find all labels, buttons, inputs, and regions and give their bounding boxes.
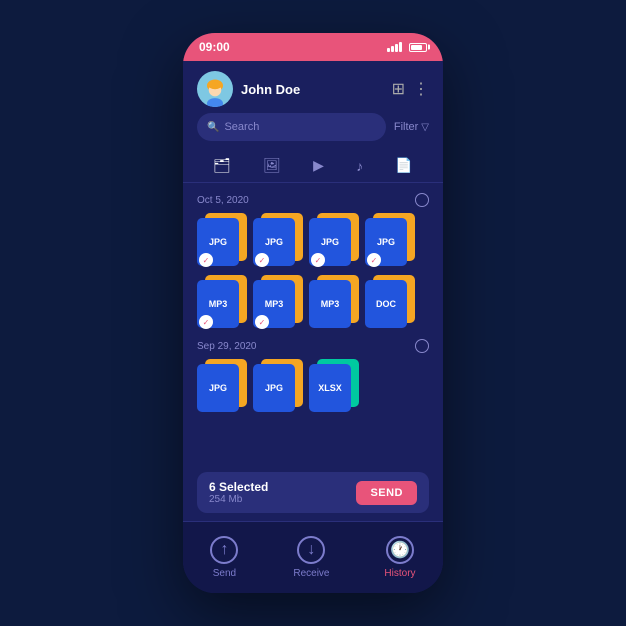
file-item[interactable]: JPG ✓ — [253, 213, 303, 269]
send-nav-label: Send — [213, 568, 236, 579]
file-type-label: MP3 — [209, 299, 228, 309]
check-badge: ✓ — [199, 253, 213, 267]
check-badge: ✓ — [255, 315, 269, 329]
nav-history[interactable]: 🕐 History — [384, 536, 415, 579]
battery-icon — [409, 43, 427, 52]
tab-music[interactable]: ♪ — [352, 154, 367, 178]
nav-send[interactable]: ↑ Send — [210, 536, 238, 579]
file-type-label: MP3 — [321, 299, 340, 309]
file-type-label: XLSX — [318, 383, 342, 393]
filter-button[interactable]: Filter ▽ — [394, 121, 429, 133]
history-nav-label: History — [384, 568, 415, 579]
check-badge: ✓ — [311, 253, 325, 267]
file-type-label: JPG — [321, 237, 339, 247]
date-label-1: Oct 5, 2020 — [197, 195, 249, 206]
file-type-label: DOC — [376, 299, 396, 309]
file-type-label: JPG — [377, 237, 395, 247]
receive-nav-icon: ↓ — [297, 536, 325, 564]
check-badge: ✓ — [199, 315, 213, 329]
file-item[interactable]: MP3 ✓ — [197, 275, 247, 331]
tab-doc[interactable]: 📄 — [391, 153, 416, 178]
date-label-2: Sep 29, 2020 — [197, 341, 257, 352]
file-item[interactable]: MP3 ✓ — [253, 275, 303, 331]
status-time: 09:00 — [199, 40, 230, 54]
file-type-label: JPG — [265, 237, 283, 247]
files-grid-1: JPG ✓ JPG ✓ JPG — [197, 213, 429, 331]
files-area: Oct 5, 2020 JPG ✓ JPG — [183, 187, 443, 472]
main-content: John Doe ⊞ ⋮ 🔍 Search Filter ▽ 🗂 🖼 ▶ ♪ 📄 — [183, 61, 443, 521]
file-type-label: JPG — [209, 383, 227, 393]
file-type-label: JPG — [265, 383, 283, 393]
file-item[interactable]: XLSX — [309, 359, 359, 415]
check-badge: ✓ — [255, 253, 269, 267]
file-item[interactable]: DOC — [365, 275, 415, 331]
filter-label: Filter — [394, 121, 418, 133]
selection-info: 6 Selected 254 Mb — [209, 480, 268, 505]
send-nav-icon: ↑ — [210, 536, 238, 564]
file-type-label: JPG — [209, 237, 227, 247]
selection-bar: 6 Selected 254 Mb SEND — [197, 472, 429, 513]
nav-receive[interactable]: ↓ Receive — [293, 536, 329, 579]
file-item[interactable]: JPG — [197, 359, 247, 415]
files-grid-2: JPG JPG XLSX — [197, 359, 429, 415]
status-icons — [387, 42, 427, 52]
date-select-circle-2[interactable] — [415, 339, 429, 353]
tab-image[interactable]: 🖼 — [259, 153, 285, 178]
tab-video[interactable]: ▶ — [309, 153, 328, 178]
avatar — [197, 71, 233, 107]
selection-size: 254 Mb — [209, 494, 268, 505]
header: John Doe ⊞ ⋮ — [183, 61, 443, 113]
file-item[interactable]: JPG — [253, 359, 303, 415]
history-nav-icon: 🕐 — [386, 536, 414, 564]
tabs-row: 🗂 🖼 ▶ ♪ 📄 — [183, 149, 443, 183]
status-bar: 09:00 — [183, 33, 443, 61]
search-icon: 🔍 — [207, 122, 219, 133]
file-item[interactable]: JPG ✓ — [365, 213, 415, 269]
check-badge: ✓ — [367, 253, 381, 267]
file-type-label: MP3 — [265, 299, 284, 309]
signal-icon — [387, 42, 402, 52]
grid-icon[interactable]: ⊞ — [392, 79, 405, 99]
receive-nav-label: Receive — [293, 568, 329, 579]
date-select-circle-1[interactable] — [415, 193, 429, 207]
file-item[interactable]: JPG ✓ — [197, 213, 247, 269]
file-item[interactable]: JPG ✓ — [309, 213, 359, 269]
selection-count: 6 Selected — [209, 480, 268, 494]
more-icon[interactable]: ⋮ — [413, 79, 429, 99]
phone-frame: 09:00 — [183, 33, 443, 593]
search-row: 🔍 Search Filter ▽ — [183, 113, 443, 149]
filter-icon: ▽ — [421, 122, 429, 133]
date-row-1: Oct 5, 2020 — [197, 193, 429, 207]
bottom-nav: ↑ Send ↓ Receive 🕐 History — [183, 521, 443, 593]
search-box[interactable]: 🔍 Search — [197, 113, 386, 141]
send-button[interactable]: SEND — [356, 481, 417, 505]
username-label: John Doe — [241, 82, 384, 97]
tab-folder[interactable]: 🗂 — [209, 153, 235, 178]
date-row-2: Sep 29, 2020 — [197, 339, 429, 353]
search-placeholder: Search — [224, 121, 259, 133]
file-item[interactable]: MP3 — [309, 275, 359, 331]
